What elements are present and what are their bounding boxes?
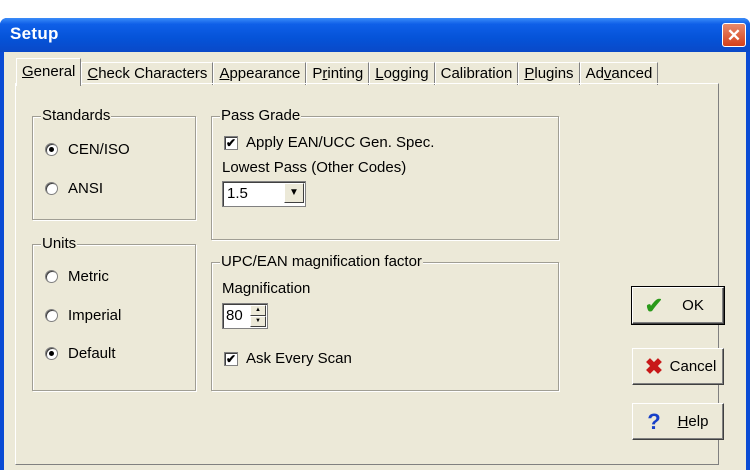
radio-ansi[interactable]: ANSI — [45, 180, 103, 197]
radio-indicator — [45, 309, 58, 322]
lowest-pass-dropdown[interactable]: 1.5 ▼ — [222, 181, 306, 207]
magnification-group-title: UPC/EAN magnification factor — [220, 253, 423, 270]
radio-cen-iso[interactable]: CEN/ISO — [45, 141, 130, 158]
magnification-group: UPC/EAN magnification factor Magnificati… — [211, 253, 559, 391]
pass-grade-group: Pass Grade ✔ Apply EAN/UCC Gen. Spec. Lo… — [211, 107, 559, 240]
checkbox-indicator: ✔ — [224, 135, 238, 150]
magnification-label: Magnification — [222, 280, 311, 297]
ask-every-scan-checkbox[interactable]: ✔ Ask Every Scan — [224, 350, 352, 367]
tab-appearance[interactable]: Appearance — [213, 62, 307, 85]
tab-plugins[interactable]: Plugins — [518, 62, 580, 85]
radio-metric[interactable]: Metric — [45, 268, 109, 285]
lowest-pass-label: Lowest Pass (Other Codes) — [222, 159, 407, 176]
magnification-stepper[interactable]: 80 ▲ ▼ — [222, 303, 268, 329]
dialog-client-area: General Check Characters Appearance Prin… — [4, 52, 746, 470]
question-icon: ? — [647, 408, 661, 434]
title-bar[interactable]: Setup ✕ — [0, 18, 750, 52]
tab-logging[interactable]: Logging — [369, 62, 435, 85]
background-window-strip — [0, 0, 755, 20]
radio-indicator — [45, 270, 58, 283]
checkmark-icon: ✔ — [644, 292, 664, 318]
radio-indicator — [45, 347, 58, 360]
radio-default[interactable]: Default — [45, 345, 116, 362]
close-button[interactable]: ✕ — [722, 23, 746, 47]
radio-indicator — [45, 182, 58, 195]
apply-ean-ucc-checkbox[interactable]: ✔ Apply EAN/UCC Gen. Spec. — [224, 134, 434, 151]
standards-group: Standards CEN/ISO ANSI — [32, 107, 196, 220]
units-group-title: Units — [41, 235, 78, 252]
checkbox-indicator: ✔ — [224, 351, 238, 366]
tab-check-characters[interactable]: Check Characters — [81, 62, 214, 85]
ok-button[interactable]: ✔ OK — [631, 286, 725, 325]
x-icon: ✖ — [644, 353, 664, 379]
general-tab-panel: Standards CEN/ISO ANSI Units Metric Impe… — [15, 83, 719, 465]
magnification-value: 80 — [226, 307, 243, 324]
standards-group-title: Standards — [41, 107, 112, 124]
chevron-down-icon[interactable]: ▼ — [284, 183, 304, 203]
pass-grade-group-title: Pass Grade — [220, 107, 302, 124]
radio-indicator — [45, 143, 58, 156]
spin-up-icon[interactable]: ▲ — [250, 305, 266, 316]
close-icon: ✕ — [726, 26, 742, 45]
window-title: Setup — [10, 24, 59, 43]
tab-calibration[interactable]: Calibration — [434, 62, 519, 85]
units-group: Units Metric Imperial Default — [32, 235, 196, 391]
tab-printing[interactable]: Printing — [306, 62, 370, 85]
spin-down-icon[interactable]: ▼ — [250, 316, 266, 327]
lowest-pass-value: 1.5 — [227, 185, 248, 202]
tab-strip: General Check Characters Appearance Prin… — [16, 58, 659, 86]
help-button[interactable]: ? Help — [632, 403, 724, 440]
tab-advanced[interactable]: Advanced — [579, 62, 659, 85]
radio-imperial[interactable]: Imperial — [45, 307, 121, 324]
setup-dialog: Setup ✕ General Check Characters Appeara… — [0, 18, 750, 470]
tab-general[interactable]: General — [16, 58, 82, 86]
cancel-button[interactable]: ✖ Cancel — [632, 348, 724, 385]
